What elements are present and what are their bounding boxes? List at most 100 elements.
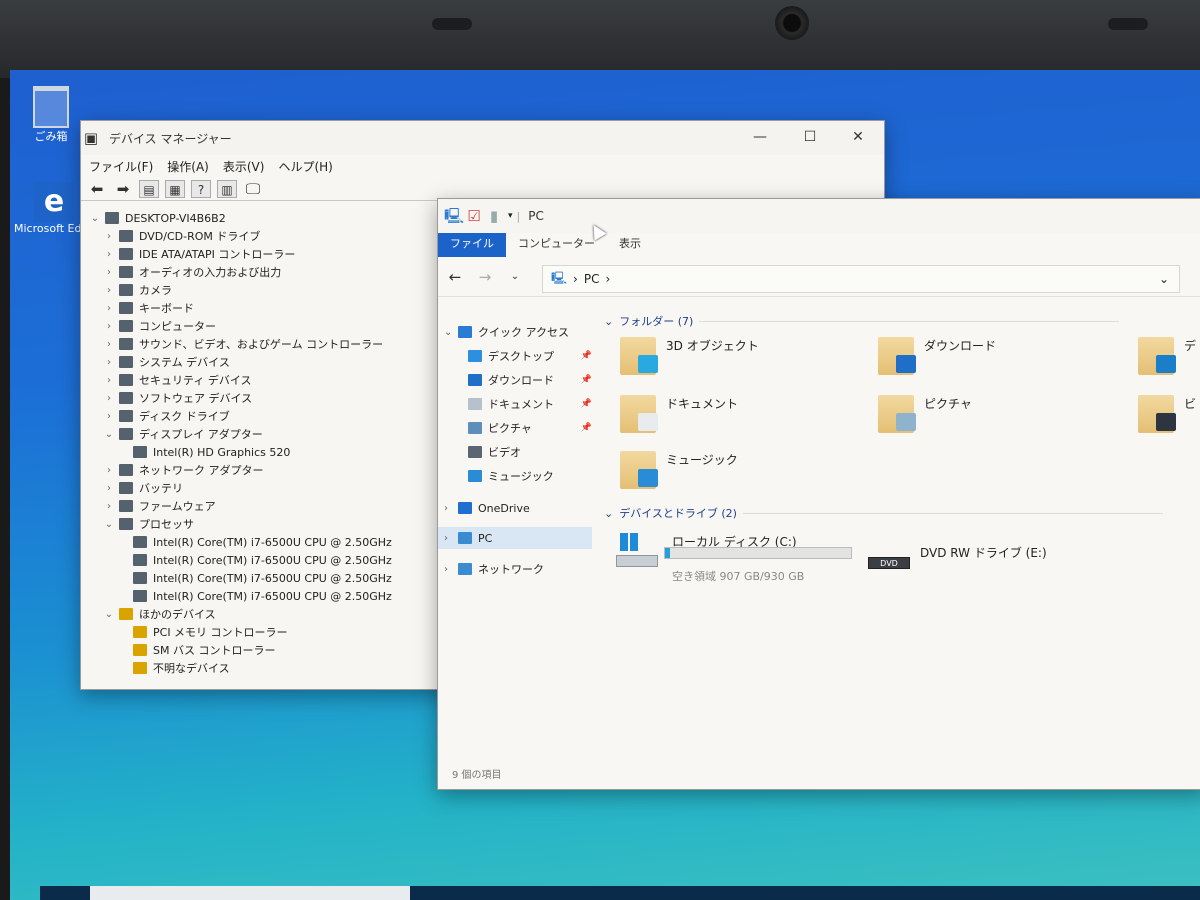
folder-tile[interactable]: 3D オブジェクト [620,337,759,375]
device-icon [105,212,119,224]
tree-category[interactable]: › ネットワーク アダプター [103,461,264,479]
devices-group-header[interactable]: ⌄ デバイスとドライブ (2) [604,505,1163,521]
quick-access-dropdown-icon[interactable]: ▾ [508,211,513,221]
tree-device[interactable]: Intel(R) Core(TM) i7-6500U CPU @ 2.50GHz [117,551,392,569]
address-bar[interactable]: 🖳 › PC › ⌄ [542,265,1180,293]
nav-item[interactable]: › ネットワーク [438,558,592,580]
tree-device[interactable]: Intel(R) HD Graphics 520 [117,443,290,461]
nav-item[interactable]: ⌄ クイック アクセス [438,321,592,343]
chevron-right-icon[interactable]: › [103,483,115,494]
tab-file[interactable]: ファイル [438,233,506,257]
tree-category[interactable]: › カメラ [103,281,172,299]
folder-tile[interactable]: ダウンロード [878,337,996,375]
chevron-down-icon[interactable]: ⌄ [103,609,115,620]
chevron-right-icon[interactable]: › [444,533,458,544]
tree-category[interactable]: › DVD/CD-ROM ドライブ [103,227,260,245]
nav-label: デスクトップ [488,350,554,363]
minimize-button[interactable]: — [737,121,783,153]
tree-category[interactable]: ⌄ プロセッサ [103,515,194,533]
chevron-down-icon[interactable]: ⌄ [444,327,458,338]
tree-category[interactable]: ⌄ ディスプレイ アダプター [103,425,263,443]
back-arrow-icon[interactable]: ⬅ [87,180,107,198]
tree-category[interactable]: › セキュリティ デバイス [103,371,252,389]
folder-tile[interactable]: ミュージック [620,451,738,489]
explorer-titlebar[interactable]: 🖳 ☑ ▮ ▾ | PC [438,199,1200,233]
forward-arrow-icon[interactable]: ➡ [113,180,133,198]
tree-category[interactable]: › IDE ATA/ATAPI コントローラー [103,245,295,263]
chevron-right-icon[interactable]: › [103,393,115,404]
recent-locations-icon[interactable]: ⌄ [504,271,526,282]
chevron-right-icon[interactable]: › [444,503,458,514]
chevron-right-icon[interactable]: › [103,501,115,512]
chevron-right-icon[interactable]: › [103,411,115,422]
chevron-right-icon[interactable]: › [103,231,115,242]
breadcrumb-pc[interactable]: PC [584,272,600,286]
chevron-down-icon[interactable]: ⌄ [103,429,115,440]
tree-device[interactable]: Intel(R) Core(TM) i7-6500U CPU @ 2.50GHz [117,569,392,587]
tree-category[interactable]: › バッテリ [103,479,183,497]
tree-category[interactable]: ⌄ ほかのデバイス [103,605,216,623]
chevron-right-icon[interactable]: › [103,357,115,368]
properties-quick-icon[interactable]: ☑ [464,207,484,225]
device-manager-titlebar[interactable]: ▣ デバイス マネージャー — ☐ ✕ [81,121,884,155]
tree-category[interactable]: › サウンド、ビデオ、およびゲーム コントローラー [103,335,383,353]
maximize-button[interactable]: ☐ [787,121,833,153]
chevron-right-icon[interactable]: › [444,564,458,575]
chevron-right-icon[interactable]: › [103,285,115,296]
menu-view[interactable]: 表示(V) [223,158,265,175]
tree-category[interactable]: › システム デバイス [103,353,230,371]
menu-action[interactable]: 操作(A) [167,158,209,175]
back-arrow-icon[interactable]: ← [444,268,466,286]
folder-tile[interactable]: デ [1138,337,1196,375]
chevron-right-icon[interactable]: › [103,303,115,314]
tree-device[interactable]: Intel(R) Core(TM) i7-6500U CPU @ 2.50GHz [117,533,392,551]
tree-category[interactable]: › ディスク ドライブ [103,407,230,425]
tree-category[interactable]: › キーボード [103,299,194,317]
chevron-down-icon[interactable]: ⌄ [89,213,101,224]
tree-device[interactable]: 不明なデバイス [117,659,230,677]
tree-label: DVD/CD-ROM ドライブ [139,230,261,243]
taskbar-search-box[interactable] [90,886,410,900]
folder-tile[interactable]: ピクチャ [878,395,972,433]
tree-category[interactable]: › ソフトウェア デバイス [103,389,252,407]
tree-category[interactable]: › ファームウェア [103,497,216,515]
menu-file[interactable]: ファイル(F) [89,158,153,175]
nav-item[interactable]: ビデオ [438,441,592,463]
update-driver-icon[interactable]: ▦ [165,179,185,198]
tree-device[interactable]: SM バス コントローラー [117,641,275,659]
nav-item[interactable]: デスクトップ 📌 [438,345,592,367]
chevron-right-icon[interactable]: › [103,267,115,278]
menu-help[interactable]: ヘルプ(H) [278,158,332,175]
nav-item[interactable]: ミュージック [438,465,592,487]
close-button[interactable]: ✕ [835,121,881,153]
nav-item[interactable]: › PC [438,527,592,549]
tree-category[interactable]: › オーディオの入力および出力 [103,263,281,281]
new-folder-quick-icon[interactable]: ▮ [484,207,504,225]
chevron-down-icon[interactable]: ⌄ [103,519,115,530]
tab-view[interactable]: 表示 [607,233,653,257]
nav-item[interactable]: › OneDrive [438,497,592,519]
chevron-right-icon[interactable]: › [103,339,115,350]
tree-device[interactable]: Intel(R) Core(TM) i7-6500U CPU @ 2.50GHz [117,587,392,605]
properties-icon[interactable]: ▤ [139,179,159,198]
nav-item[interactable]: ドキュメント 📌 [438,393,592,415]
tree-category[interactable]: › コンピューター [103,317,216,335]
scan-hardware-icon[interactable]: 🖵 [243,180,263,198]
chevron-right-icon[interactable]: › [103,375,115,386]
drive-tile-e[interactable]: DVD DVD RW ドライブ (E:) [868,535,1047,569]
folders-group-header[interactable]: ⌄ フォルダー (7) [604,313,1120,329]
nav-item[interactable]: ピクチャ 📌 [438,417,592,439]
help-icon[interactable]: ? [191,179,211,198]
folder-tile[interactable]: ビ [1138,395,1196,433]
chevron-right-icon[interactable]: › [103,465,115,476]
address-dropdown-icon[interactable]: ⌄ [1159,272,1169,286]
desktop-icon-recycle-bin[interactable]: ごみ箱 [26,86,76,144]
chevron-right-icon[interactable]: › [103,249,115,260]
forward-arrow-icon[interactable]: → [474,268,496,286]
tree-device[interactable]: PCI メモリ コントローラー [117,623,288,641]
show-hidden-icon[interactable]: ▥ [217,179,237,198]
chevron-right-icon[interactable]: › [103,321,115,332]
nav-item[interactable]: ダウンロード 📌 [438,369,592,391]
tree-root[interactable]: ⌄ DESKTOP-VI4B6B2 [89,209,226,227]
folder-tile[interactable]: ドキュメント [620,395,738,433]
